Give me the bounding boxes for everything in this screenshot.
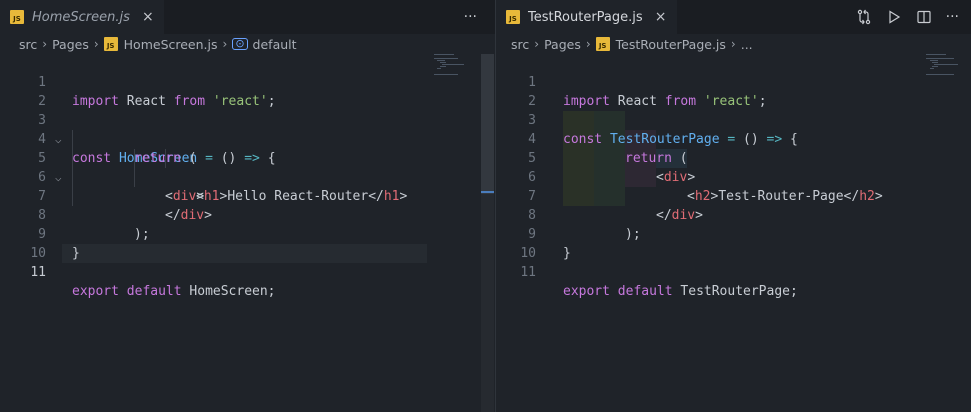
breadcrumb-item-file[interactable]: TestRouterPage.js: [616, 37, 726, 52]
code-line: 9 }: [0, 206, 80, 261]
code-line: 6 <h1>Hello React-Router</h1>: [0, 149, 407, 204]
code-line: 2: [496, 73, 543, 109]
indent-guide: [72, 130, 73, 206]
code-line: 7 </div>: [0, 168, 212, 223]
js-file-icon: JS: [595, 37, 610, 51]
chevron-right-icon: ›: [93, 37, 99, 51]
breadcrumb-item-more[interactable]: ...: [741, 37, 753, 52]
symbol-variable-icon: ⊙: [232, 38, 248, 50]
more-actions-icon[interactable]: ···: [464, 9, 477, 25]
code-line: 2: [0, 73, 47, 109]
code-editor[interactable]: 1 import React from 'react'; 2 3 const T…: [496, 54, 971, 412]
code-line: 11 export default TestRouterPage;: [496, 244, 797, 299]
code-line: 4 return (: [496, 111, 687, 166]
line-number: 11: [30, 265, 46, 280]
tab-bar: JS TestRouterPage.js × ···: [496, 0, 971, 34]
code-line: 1 import React from 'react';: [496, 54, 766, 109]
indent-highlight: [563, 111, 594, 206]
scrollbar-cursor-marker: [481, 191, 494, 193]
code-line: 5 ⌵ <div>: [0, 130, 204, 204]
right-editor-group: JS TestRouterPage.js × ··· src › Pages ›…: [496, 0, 971, 412]
current-line-highlight: [62, 244, 427, 263]
tab-label: TestRouterPage.js: [528, 9, 643, 25]
code-line: 5 <div>: [496, 130, 695, 185]
indent-highlight: [594, 111, 625, 206]
js-file-icon: JS: [10, 10, 24, 24]
minimap[interactable]: [434, 54, 472, 94]
code-line: 10: [0, 225, 47, 261]
breadcrumb: src › Pages › JS HomeScreen.js › ⊙ defau…: [0, 34, 495, 54]
code-editor[interactable]: 1 import React from 'react'; 2 3 ⌵ const…: [0, 54, 495, 412]
code-line: 6 <h2>Test-Router-Page</h2>: [496, 149, 883, 204]
breadcrumb-item-src[interactable]: src: [511, 37, 529, 52]
code-line: 1 import React from 'react';: [0, 54, 275, 109]
code-line: 3 ⌵ const HomeScreen = () => {: [0, 92, 275, 166]
chevron-right-icon: ›: [585, 37, 591, 51]
split-editor-icon[interactable]: [916, 9, 932, 25]
tab-bar: JS HomeScreen.js × ···: [0, 0, 495, 34]
code-line: 11 export default HomeScreen;: [0, 244, 275, 299]
minimap[interactable]: [926, 54, 964, 94]
chevron-right-icon: ›: [534, 37, 540, 51]
breadcrumb-item-src[interactable]: src: [19, 37, 37, 52]
breadcrumb-item-file[interactable]: HomeScreen.js: [124, 37, 218, 52]
scrollbar-thumb[interactable]: [481, 54, 494, 194]
line-number: 11: [520, 265, 536, 280]
breadcrumb-item-pages[interactable]: Pages: [544, 37, 581, 52]
chevron-right-icon: ›: [730, 37, 736, 51]
editor-actions: ···: [464, 0, 477, 34]
breadcrumb-item-symbol[interactable]: default: [253, 37, 297, 52]
code-line: 10: [496, 225, 543, 261]
more-actions-icon[interactable]: ···: [946, 9, 959, 25]
chevron-right-icon: ›: [222, 37, 228, 51]
breadcrumb: src › Pages › JS TestRouterPage.js › ...: [496, 34, 971, 54]
breadcrumb-item-pages[interactable]: Pages: [52, 37, 89, 52]
chevron-right-icon: ›: [42, 37, 48, 51]
chevron-down-icon[interactable]: ⌵: [55, 130, 62, 149]
code-line: 7 </div>: [496, 168, 703, 223]
close-icon[interactable]: ×: [653, 9, 669, 25]
editor-actions: ···: [856, 0, 959, 34]
close-icon[interactable]: ×: [140, 9, 156, 25]
code-line: 8 );: [496, 187, 640, 242]
tab-label: HomeScreen.js: [32, 9, 130, 25]
tab-testrouterpage[interactable]: JS TestRouterPage.js ×: [496, 0, 677, 34]
left-editor-group: JS HomeScreen.js × ··· src › Pages › JS …: [0, 0, 495, 412]
code-line: 4 return (: [0, 111, 196, 166]
js-file-icon: JS: [506, 10, 520, 24]
git-compare-icon[interactable]: [856, 9, 872, 25]
chevron-down-icon[interactable]: ⌵: [55, 168, 62, 187]
code-line: 3 const TestRouterPage = () => {: [496, 92, 798, 147]
js-file-icon: JS: [103, 37, 118, 51]
code-line: 9 }: [496, 206, 571, 261]
code-line: 8 );: [0, 187, 149, 242]
tab-homescreen[interactable]: JS HomeScreen.js ×: [0, 0, 164, 34]
run-icon[interactable]: [886, 9, 902, 25]
